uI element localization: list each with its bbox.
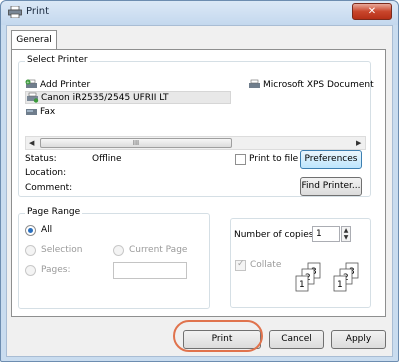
print-to-file-label: Print to file <box>249 154 299 164</box>
pages-input[interactable] <box>113 262 187 279</box>
svg-text:1: 1 <box>299 280 305 290</box>
print-to-file-checkbox[interactable] <box>235 154 246 165</box>
select-printer-group: Select Printer + Add Printer Canon iR253… <box>18 55 374 197</box>
tab-general[interactable]: General <box>11 30 57 50</box>
printer-item-canon[interactable]: Canon iR2535/2545 UFRII LT <box>25 91 231 104</box>
collate-checkbox[interactable] <box>235 259 246 271</box>
printer-item-fax[interactable]: Fax <box>25 105 55 118</box>
close-button[interactable]: ✕ <box>352 3 392 20</box>
status-value: Offline <box>92 154 122 164</box>
collate-pages-icon: 3 2 1 <box>333 262 359 292</box>
number-of-copies-label: Number of copies: <box>234 230 317 240</box>
radio-all-label: All <box>41 225 53 235</box>
radio-selection[interactable] <box>25 245 36 256</box>
preferences-button[interactable]: Preferences <box>300 150 362 169</box>
apply-button[interactable]: Apply <box>331 330 386 349</box>
print-dialog: Print ✕ General Select Printer + Add Pri… <box>0 0 399 362</box>
printer-name: Canon iR2535/2545 UFRII LT <box>41 92 169 103</box>
scroll-left-icon[interactable]: ◀ <box>29 139 34 147</box>
printer-name: Microsoft XPS Document <box>263 79 374 90</box>
fax-icon <box>26 109 37 115</box>
radio-pages[interactable] <box>25 265 36 276</box>
scroll-right-icon[interactable]: ▶ <box>356 139 361 147</box>
radio-current-page[interactable] <box>113 245 124 256</box>
general-tab-panel: Select Printer + Add Printer Canon iR253… <box>11 49 386 317</box>
printer-item-add-printer[interactable]: + Add Printer <box>25 78 90 91</box>
printer-icon <box>249 79 260 88</box>
page-range-group: Page Range All Selection Current Page Pa… <box>18 207 210 309</box>
cancel-button[interactable]: Cancel <box>269 330 324 349</box>
radio-selection-label: Selection <box>41 245 83 255</box>
status-label: Status: <box>25 154 57 164</box>
location-label: Location: <box>25 168 67 178</box>
collate-label: Collate <box>250 260 282 270</box>
printer-icon <box>8 6 22 18</box>
window-title: Print <box>26 6 50 17</box>
select-printer-legend: Select Printer <box>25 55 90 65</box>
radio-all[interactable] <box>25 225 36 236</box>
copies-input[interactable]: 1 <box>312 226 340 242</box>
printer-icon <box>27 92 39 103</box>
comment-label: Comment: <box>25 183 73 193</box>
scrollbar-thumb[interactable]: III <box>40 138 232 148</box>
page-range-legend: Page Range <box>25 207 83 217</box>
copies-group: Number of copies: 1 ▲ ▼ Collate 3 2 1 <box>230 218 371 308</box>
copies-value: 1 <box>316 229 322 239</box>
print-button-highlight <box>173 320 263 352</box>
collate-pages-icon: 3 2 1 <box>295 262 321 292</box>
title-bar[interactable]: Print ✕ <box>1 1 398 25</box>
copies-stepper[interactable]: ▲ ▼ <box>341 226 351 242</box>
printer-list[interactable]: + Add Printer Canon iR2535/2545 UFRII LT <box>25 72 374 132</box>
dialog-client-area: General Select Printer + Add Printer Can… <box>6 25 393 357</box>
printer-name: Add Printer <box>40 79 91 90</box>
radio-pages-label: Pages: <box>41 265 71 275</box>
svg-text:+: + <box>26 80 29 85</box>
radio-current-page-label: Current Page <box>129 245 188 255</box>
svg-text:1: 1 <box>337 280 343 290</box>
printer-list-scrollbar[interactable]: ◀ III ▶ <box>25 136 366 150</box>
printer-name: Fax <box>40 106 56 117</box>
add-printer-icon: + <box>25 79 37 88</box>
printer-item-xps[interactable]: Microsoft XPS Document <box>248 78 374 91</box>
chevron-up-icon[interactable]: ▲ <box>342 227 350 234</box>
find-printer-button[interactable]: Find Printer... <box>300 177 362 196</box>
chevron-down-icon[interactable]: ▼ <box>342 234 350 241</box>
